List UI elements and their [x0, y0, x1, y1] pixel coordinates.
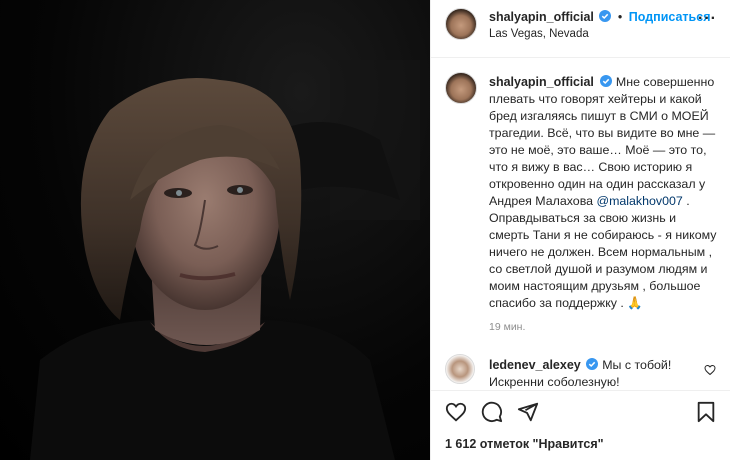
author-avatar[interactable] [445, 8, 477, 40]
caption-mention[interactable]: @malakhov007 [596, 194, 682, 208]
share-icon[interactable] [517, 401, 539, 423]
heart-icon[interactable] [445, 401, 467, 423]
post-photo[interactable] [0, 0, 430, 460]
commenter-avatar[interactable] [445, 354, 475, 384]
separator-dot: • [617, 10, 623, 24]
comment-item: ledenev_alexey Мы с тобой! Искренни собо… [489, 357, 699, 391]
caption-text-continued: . Оправдываться за свою жизнь и смерть Т… [489, 194, 717, 310]
post-location[interactable]: Las Vegas, Nevada [489, 28, 589, 40]
post-side-panel: shalyapin_official • Подписаться Las Veg… [430, 0, 730, 460]
post-timestamp[interactable]: 19 мин. [489, 321, 525, 333]
author-line: shalyapin_official • Подписаться [489, 10, 710, 24]
likes-count[interactable]: 1 612 отметок "Нравится" [445, 437, 604, 451]
caption-avatar[interactable] [445, 72, 477, 104]
post-caption: shalyapin_official Мне совершенно плевать… [489, 74, 717, 312]
verified-badge-icon [599, 75, 612, 87]
portrait-image [30, 60, 420, 460]
verified-badge-icon [599, 10, 612, 22]
author-username[interactable]: shalyapin_official [489, 10, 594, 24]
commenter-username[interactable]: ledenev_alexey [489, 358, 581, 372]
verified-badge-icon [586, 358, 599, 370]
more-options-icon[interactable]: ··· [698, 10, 717, 28]
comment-icon[interactable] [481, 401, 503, 423]
caption-text: Мне совершенно плевать что говорят хейте… [489, 75, 716, 208]
caption-username[interactable]: shalyapin_official [489, 75, 594, 89]
post-header: shalyapin_official • Подписаться Las Veg… [431, 0, 730, 58]
small-heart-icon[interactable] [704, 364, 716, 376]
folded-hands-emoji: 🙏 [627, 296, 643, 310]
post-actions-bar: 1 612 отметок "Нравится" [431, 390, 730, 460]
bookmark-icon[interactable] [695, 401, 717, 423]
